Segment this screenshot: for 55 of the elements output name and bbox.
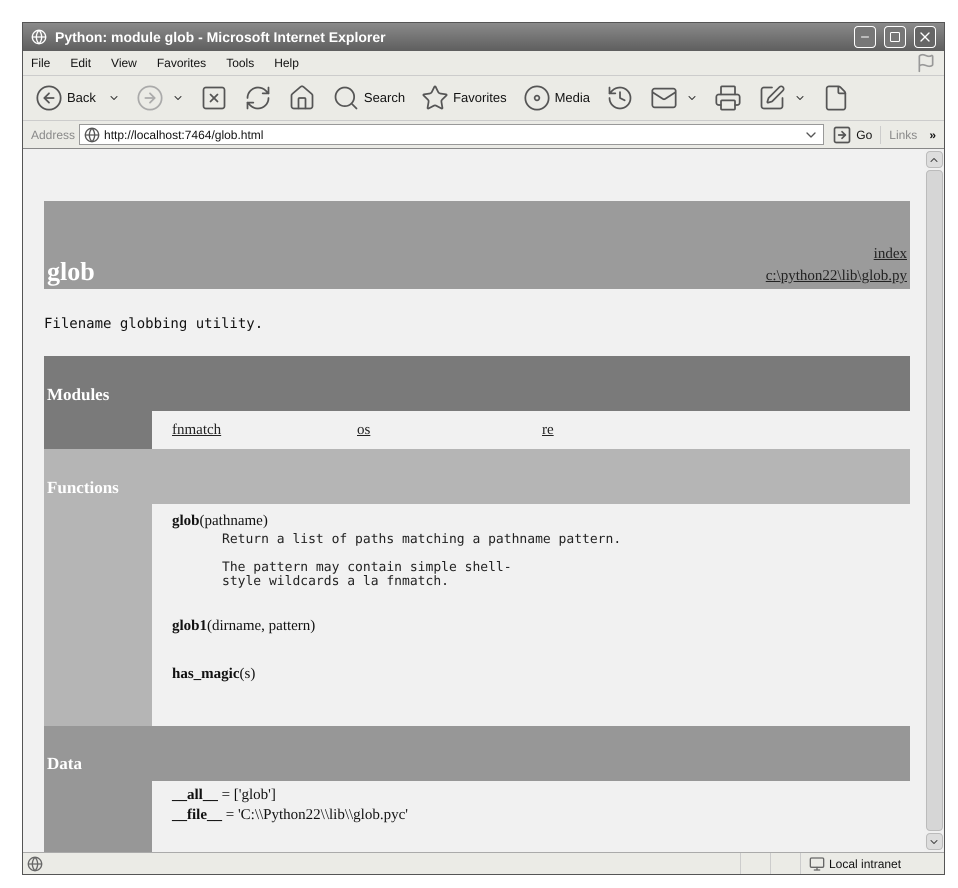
function-signature: glob(pathname) bbox=[172, 512, 269, 531]
module-link[interactable]: os bbox=[357, 418, 370, 442]
page-icon bbox=[31, 29, 47, 45]
home-icon bbox=[288, 84, 316, 112]
refresh-icon bbox=[244, 84, 272, 112]
stop-icon bbox=[200, 84, 228, 112]
section-title: Functions bbox=[47, 476, 119, 498]
search-icon bbox=[332, 84, 360, 112]
data-item: __all__ = ['glob'] bbox=[172, 786, 276, 804]
scroll-down-button[interactable] bbox=[926, 833, 942, 850]
module-link[interactable]: fnmatch bbox=[172, 418, 222, 442]
header-link[interactable]: index bbox=[874, 243, 907, 265]
scroll-up-button[interactable] bbox=[926, 151, 942, 168]
minimize-button[interactable] bbox=[854, 26, 876, 48]
toolbar-button[interactable]: Media bbox=[518, 80, 594, 116]
zone-label: Local intranet bbox=[829, 856, 902, 872]
function-signature: has_magic(s) bbox=[172, 665, 256, 684]
close-button[interactable] bbox=[914, 26, 936, 48]
section-title: Data bbox=[47, 753, 82, 775]
page-icon bbox=[27, 856, 43, 872]
network-icon bbox=[809, 856, 825, 872]
menu-item[interactable]: Edit bbox=[70, 54, 92, 72]
section-title: Modules bbox=[47, 384, 110, 406]
address-label: Address bbox=[31, 126, 76, 144]
menu-item[interactable]: Favorites bbox=[156, 54, 206, 72]
address-value: http://localhost:7464/glob.html bbox=[104, 126, 264, 144]
docstring-line: Return a list of paths matching a pathname pattern. bbox=[222, 532, 622, 546]
window-title: Python: module glob - Microsoft Internet Explorer bbox=[55, 28, 387, 47]
menu-item[interactable]: Help bbox=[274, 54, 299, 72]
docstring-line: The pattern may contain simple shell- bbox=[222, 560, 512, 574]
docstring-line: style wildcards a la fnmatch. bbox=[222, 574, 449, 588]
toolbar-button[interactable]: Favorites bbox=[417, 80, 511, 116]
address-field[interactable]: http://localhost:7464/glob.html bbox=[79, 124, 824, 145]
more-button[interactable]: » bbox=[929, 126, 936, 144]
module-description: Filename globbing utility. bbox=[44, 316, 264, 332]
function-signature: glob1(dirname, pattern) bbox=[172, 616, 316, 636]
go-button[interactable]: Go bbox=[828, 124, 876, 144]
header-link[interactable]: c:\python22\lib\glob.py bbox=[766, 265, 907, 287]
pen-icon bbox=[758, 84, 786, 112]
module-link[interactable]: re bbox=[542, 418, 554, 442]
data-item: __file__ = 'C:\\Python22\\lib\\glob.pyc' bbox=[172, 806, 408, 824]
toolbar-button[interactable]: Back bbox=[31, 80, 124, 116]
printer-icon bbox=[714, 84, 742, 112]
scroll-thumb[interactable] bbox=[926, 170, 942, 831]
disc-icon bbox=[522, 84, 551, 112]
page-icon bbox=[84, 126, 100, 142]
history-icon bbox=[606, 84, 634, 112]
maximize-button[interactable] bbox=[884, 26, 906, 48]
menu-item[interactable]: Tools bbox=[226, 54, 254, 72]
star-icon bbox=[421, 84, 450, 112]
page-title: glob bbox=[47, 257, 95, 287]
menu-item[interactable]: File bbox=[31, 54, 50, 72]
maximize-icon bbox=[889, 31, 901, 43]
toolbar-button[interactable]: Search bbox=[328, 80, 410, 116]
menu-item[interactable]: View bbox=[111, 54, 137, 72]
